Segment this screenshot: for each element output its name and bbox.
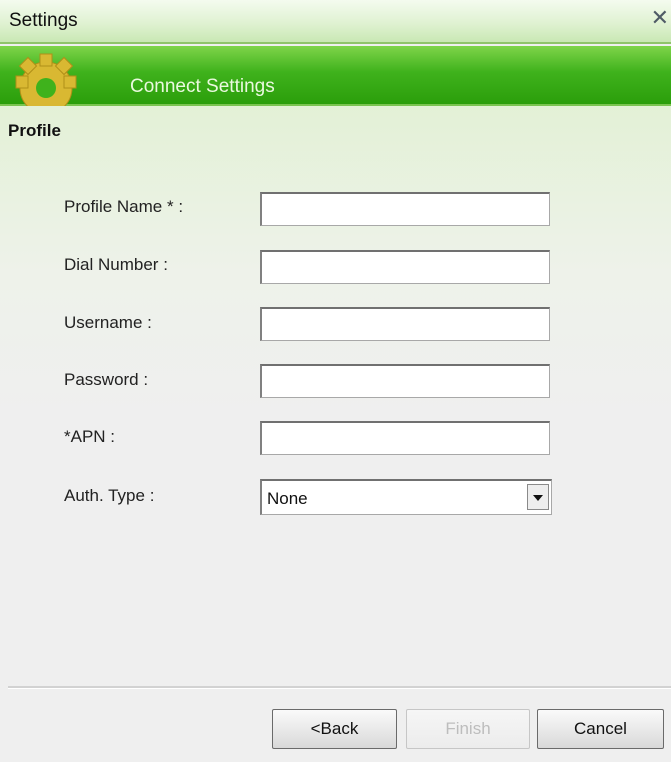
profile-name-label: Profile Name * : <box>64 197 184 216</box>
section-title: Profile <box>8 121 61 140</box>
footer-divider <box>8 686 671 689</box>
apn-label: *APN : <box>64 427 116 446</box>
banner: Connect Settings <box>0 46 671 106</box>
gear-icon <box>15 53 77 106</box>
auth-type-label: Auth. Type : <box>64 486 155 505</box>
profile-name-input[interactable] <box>260 192 550 226</box>
username-label: Username : <box>64 313 152 332</box>
dial-number-label: Dial Number : <box>64 255 168 274</box>
close-icon[interactable]: ✕ <box>651 8 669 30</box>
auth-type-value: None <box>267 489 308 508</box>
window-title: Settings <box>9 10 78 31</box>
settings-dialog: Settings ✕ Connect Settings Profile Prof… <box>0 0 671 762</box>
username-input[interactable] <box>260 307 550 341</box>
cancel-button[interactable]: Cancel <box>537 709 664 749</box>
back-button[interactable]: <Back <box>272 709 397 749</box>
apn-input[interactable] <box>260 421 550 455</box>
password-input[interactable] <box>260 364 550 398</box>
dial-number-input[interactable] <box>260 250 550 284</box>
chevron-down-icon[interactable] <box>527 484 549 510</box>
password-label: Password : <box>64 370 149 389</box>
finish-button: Finish <box>406 709 530 749</box>
auth-type-select[interactable]: None <box>260 479 552 515</box>
banner-title: Connect Settings <box>130 76 275 97</box>
title-bar[interactable]: Settings ✕ <box>0 0 671 44</box>
